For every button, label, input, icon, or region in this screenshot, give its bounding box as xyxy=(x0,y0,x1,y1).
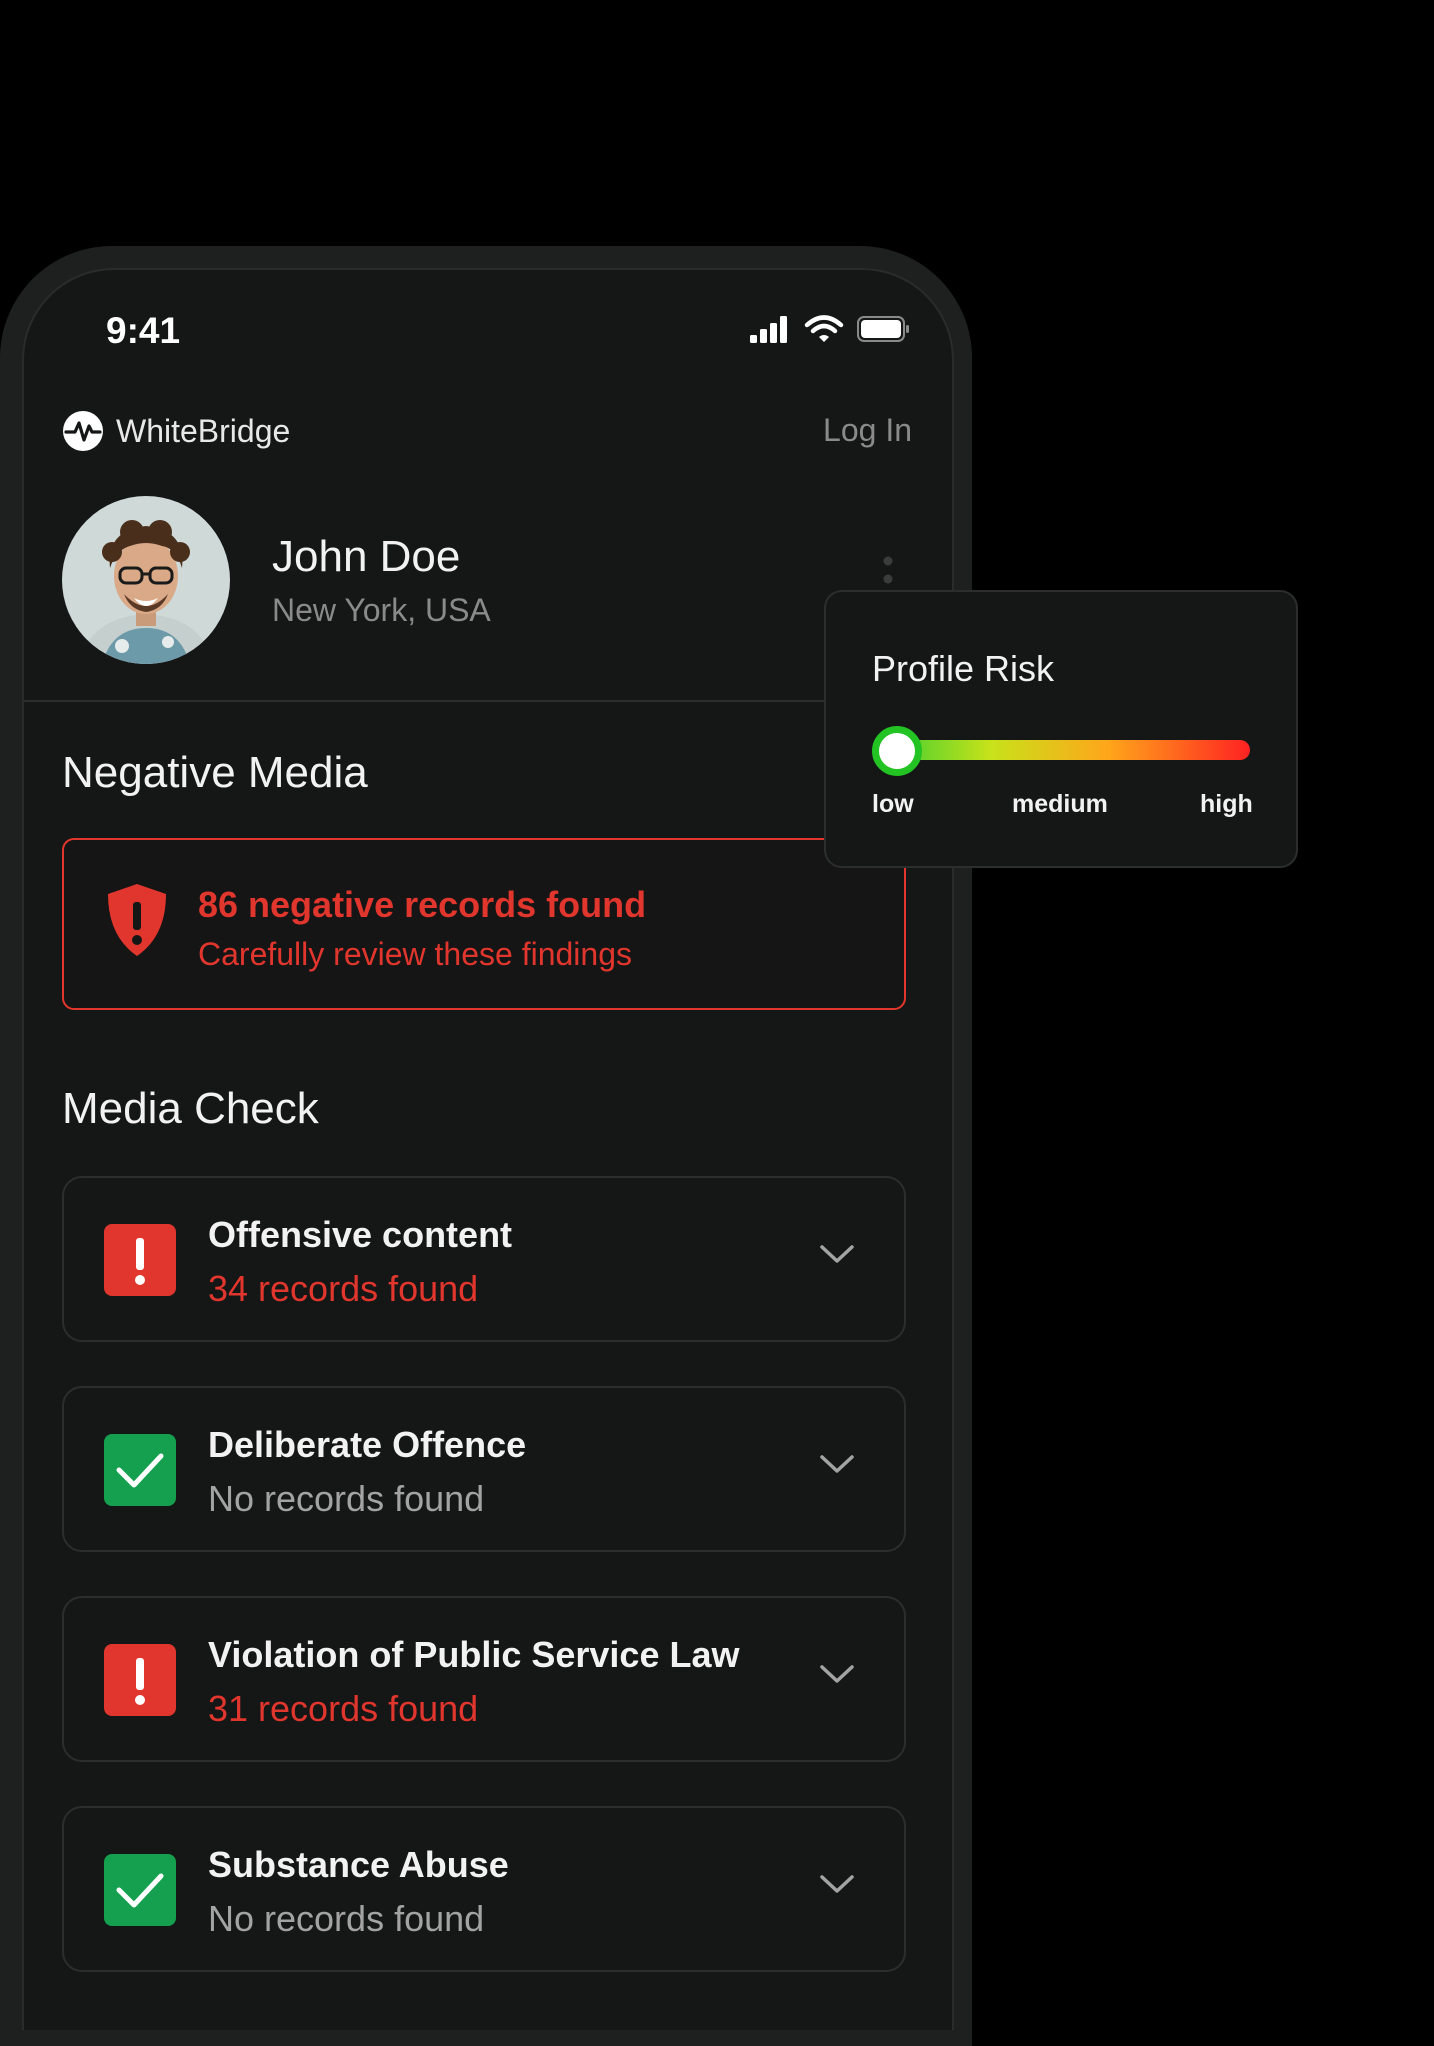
warning-icon xyxy=(104,1224,176,1296)
media-check-item-deliberate-offence[interactable]: Deliberate Offence No records found xyxy=(62,1386,906,1552)
item-title: Violation of Public Service Law xyxy=(208,1634,740,1675)
chevron-down-icon[interactable] xyxy=(818,1452,856,1476)
item-title: Substance Abuse xyxy=(208,1844,509,1885)
profile-location: New York, USA xyxy=(272,592,491,628)
section-divider xyxy=(24,700,952,702)
alert-title: 86 negative records found xyxy=(198,884,647,925)
status-time: 9:41 xyxy=(106,310,181,351)
cellular-signal-icon xyxy=(750,316,787,343)
chevron-down-icon[interactable] xyxy=(818,1242,856,1266)
brand[interactable]: WhiteBridge xyxy=(62,410,290,452)
risk-label-low: low xyxy=(872,790,914,818)
battery-icon xyxy=(857,316,909,342)
negative-records-alert[interactable]: 86 negative records found Carefully revi… xyxy=(62,838,906,1010)
media-check-item-substance-abuse[interactable]: Substance Abuse No records found xyxy=(62,1806,906,1972)
alert-subtitle: Carefully review these findings xyxy=(198,936,632,972)
risk-gradient-bar xyxy=(880,740,1250,760)
item-status: 34 records found xyxy=(208,1268,479,1309)
phone-screen: 9:41 WhiteBridge Log In John Doe New Yor… xyxy=(22,268,954,2030)
login-link[interactable]: Log In xyxy=(823,412,912,449)
avatar xyxy=(62,496,230,664)
media-check-item-public-service-law[interactable]: Violation of Public Service Law 31 recor… xyxy=(62,1596,906,1762)
item-status: 31 records found xyxy=(208,1688,479,1729)
media-check-item-offensive-content[interactable]: Offensive content 34 records found xyxy=(62,1176,906,1342)
negative-media-heading: Negative Media xyxy=(62,748,368,797)
risk-label-high: high xyxy=(1200,790,1253,818)
profile-name: John Doe xyxy=(272,532,461,581)
chevron-down-icon[interactable] xyxy=(818,1662,856,1686)
shield-alert-icon xyxy=(108,884,166,956)
checkmark-icon xyxy=(104,1434,176,1506)
wifi-icon xyxy=(804,315,844,342)
item-status: No records found xyxy=(208,1898,485,1939)
warning-icon xyxy=(104,1644,176,1716)
checkmark-icon xyxy=(104,1854,176,1926)
risk-label-medium: medium xyxy=(1012,790,1108,818)
status-icons xyxy=(748,314,912,344)
brand-name: WhiteBridge xyxy=(116,412,291,449)
profile-risk-title: Profile Risk xyxy=(872,648,1055,689)
whitebridge-logo-icon xyxy=(63,411,103,451)
item-title: Offensive content xyxy=(208,1214,513,1255)
chevron-down-icon[interactable] xyxy=(818,1872,856,1896)
media-check-heading: Media Check xyxy=(62,1084,319,1133)
item-title: Deliberate Offence xyxy=(208,1424,527,1465)
profile-risk-card: Profile Risk low medium high xyxy=(824,590,1298,868)
item-status: No records found xyxy=(208,1478,485,1519)
risk-indicator-knob xyxy=(872,726,922,776)
